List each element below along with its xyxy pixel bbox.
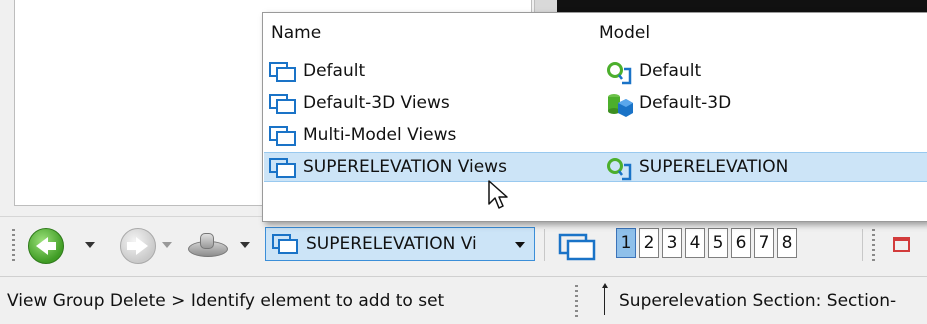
list-item-model: Default-3D: [639, 93, 732, 113]
view-3-toggle[interactable]: 3: [662, 228, 682, 258]
list-item-name: Default: [303, 61, 366, 81]
view-group-icon: [272, 234, 298, 254]
view-window-right[interactable]: [557, 0, 927, 12]
list-item[interactable]: Multi-Model Views: [264, 121, 927, 151]
toolbar-grip[interactable]: [12, 229, 15, 263]
view-7-toggle[interactable]: 7: [754, 228, 774, 258]
view-4-toggle[interactable]: 4: [685, 228, 705, 258]
list-item-name: SUPERELEVATION Views: [303, 157, 507, 177]
list-item-name: Multi-Model Views: [303, 125, 457, 145]
mouse-cursor-icon: [488, 180, 508, 209]
view-group-options-button[interactable]: [188, 233, 228, 257]
status-prompt: View Group Delete > Identify element to …: [7, 291, 445, 311]
caret-up-icon: [602, 283, 608, 288]
column-header-name[interactable]: Name: [271, 23, 321, 43]
view-group-combobox[interactable]: SUPERELEVATION Vi: [265, 227, 535, 261]
view-2-toggle[interactable]: 2: [639, 228, 659, 258]
view-8-toggle[interactable]: 8: [777, 228, 797, 258]
view-group-icon: [269, 62, 296, 82]
manage-views-button[interactable]: [556, 229, 598, 263]
view-group-icon: [269, 158, 296, 178]
list-item[interactable]: Default-3D Views Default-3D: [264, 89, 927, 119]
next-view-group-button[interactable]: [120, 228, 156, 264]
options-dropdown-arrow[interactable]: [240, 242, 250, 248]
list-item-model: SUPERELEVATION: [639, 157, 789, 177]
calendar-icon[interactable]: [893, 237, 910, 252]
view-group-icon: [269, 94, 296, 114]
list-item-selected[interactable]: SUPERELEVATION Views SUPERELEVATION: [264, 152, 927, 182]
view-windows-icon: [558, 233, 596, 261]
list-item-name: Default-3D Views: [303, 93, 450, 113]
status-message: Superelevation Section: Section-: [619, 291, 897, 311]
status-bar-divider[interactable]: [575, 285, 578, 317]
toolbar-grip[interactable]: [872, 229, 875, 263]
view-groups-toolbar: SUPERELEVATION Vi 1 2 3 4 5 6 7 8: [0, 216, 927, 273]
view-5-toggle[interactable]: 5: [708, 228, 728, 258]
list-item-model: Default: [639, 61, 702, 81]
chevron-down-icon: [515, 242, 525, 248]
model-3d-icon: [608, 94, 633, 117]
view-group-icon: [269, 126, 296, 146]
view-group-dropdown-list: Name Model Default Default Default-3D Vi…: [262, 12, 927, 222]
status-bar: View Group Delete > Identify element to …: [0, 276, 927, 324]
previous-dropdown-arrow[interactable]: [85, 242, 95, 248]
arrow-right-icon: [136, 237, 148, 255]
view-group-combobox-value: SUPERELEVATION Vi: [306, 234, 477, 254]
previous-view-group-button[interactable]: [28, 228, 64, 264]
column-header-model[interactable]: Model: [599, 23, 650, 43]
next-dropdown-arrow[interactable]: [162, 242, 172, 248]
view-6-toggle[interactable]: 6: [731, 228, 751, 258]
model-2d-icon: [607, 62, 632, 85]
list-item[interactable]: Default Default: [264, 57, 927, 87]
model-2d-icon: [607, 158, 632, 181]
view-1-toggle[interactable]: 1: [616, 228, 636, 258]
